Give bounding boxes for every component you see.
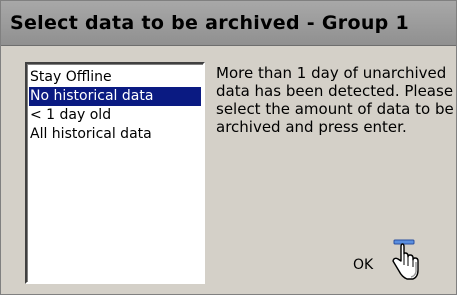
- option-no-historical-data[interactable]: No historical data: [29, 87, 201, 106]
- instruction-message: More than 1 day of unarchived data has b…: [216, 64, 454, 136]
- title-bar: Select data to be archived - Group 1: [1, 1, 456, 46]
- option-all-historical-data[interactable]: All historical data: [29, 125, 203, 144]
- ok-button[interactable]: [385, 239, 425, 283]
- dialog-title: Select data to be archived - Group 1: [10, 12, 409, 34]
- archive-dialog: Select data to be archived - Group 1 Sta…: [0, 0, 457, 295]
- archive-options-listbox[interactable]: Stay Offline No historical data < 1 day …: [25, 62, 205, 284]
- option-less-than-1-day[interactable]: < 1 day old: [29, 106, 203, 125]
- option-stay-offline[interactable]: Stay Offline: [29, 68, 203, 87]
- hand-pointer-icon: [392, 239, 419, 280]
- ok-label: OK: [353, 257, 374, 273]
- options-list: Stay Offline No historical data < 1 day …: [27, 64, 203, 144]
